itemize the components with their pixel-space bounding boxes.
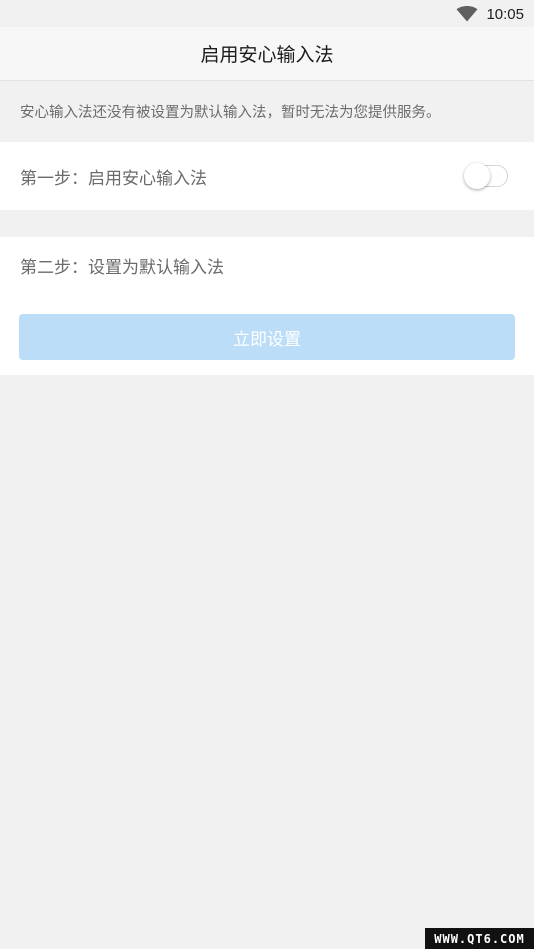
step2-section: 第二步：设置为默认输入法 立即设置: [0, 237, 534, 375]
set-now-button[interactable]: 立即设置: [19, 314, 515, 360]
notice-text: 安心输入法还没有被设置为默认输入法，暂时无法为您提供服务。: [20, 105, 441, 121]
page-title: 启用安心输入法: [200, 44, 334, 66]
status-bar: 10:05: [0, 0, 534, 27]
toggle-knob: [464, 163, 490, 189]
header-bar: 启用安心输入法: [0, 27, 534, 81]
status-indicators: 10:05: [456, 4, 524, 24]
enable-ime-toggle[interactable]: [464, 163, 508, 189]
step1-label: 第一步：启用安心输入法: [20, 168, 207, 189]
notice-banner: 安心输入法还没有被设置为默认输入法，暂时无法为您提供服务。: [0, 81, 534, 142]
wifi-icon: [456, 6, 478, 22]
watermark: WWW.QT6.COM: [425, 928, 534, 949]
step1-row: 第一步：启用安心输入法: [0, 142, 534, 210]
screen: 10:05 启用安心输入法 安心输入法还没有被设置为默认输入法，暂时无法为您提供…: [0, 0, 534, 949]
step2-label: 第二步：设置为默认输入法: [20, 257, 224, 278]
status-time: 10:05: [486, 5, 524, 23]
